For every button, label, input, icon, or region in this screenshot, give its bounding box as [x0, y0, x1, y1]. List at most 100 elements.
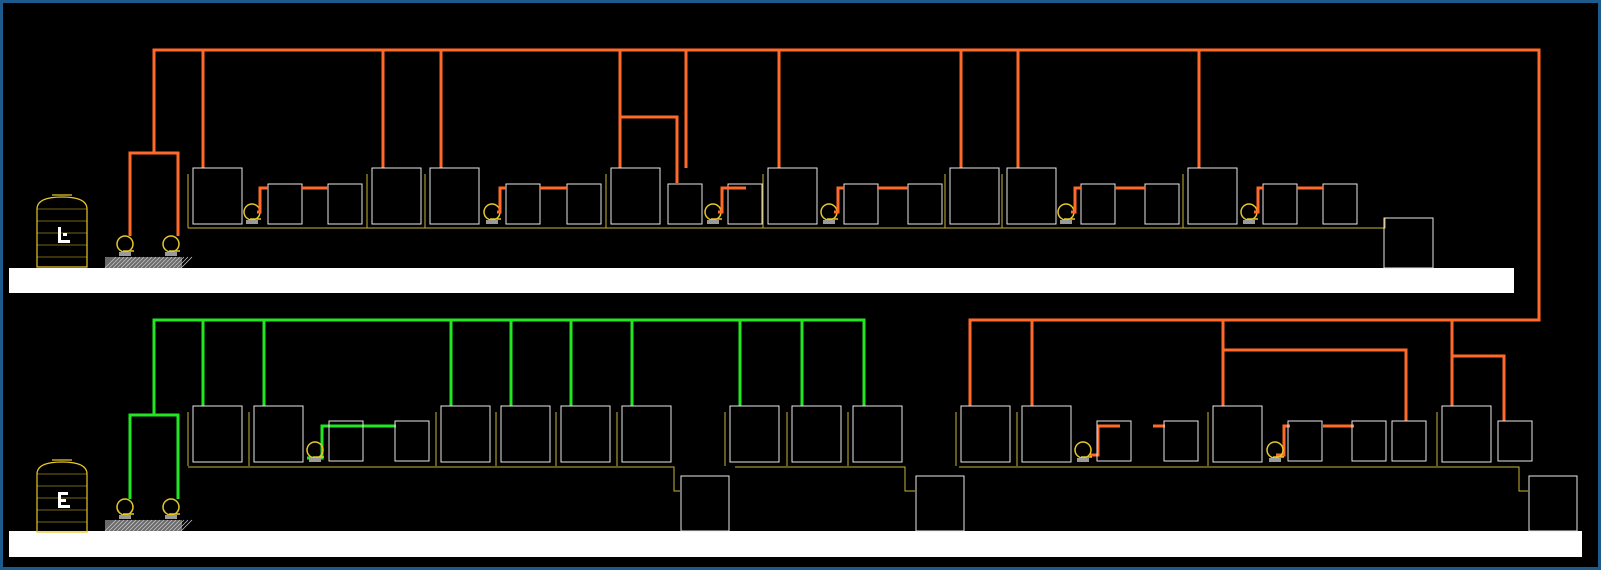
fixture-box-large [440, 405, 491, 463]
fixture-box-small [505, 183, 541, 225]
pump-base [1077, 458, 1089, 462]
fixture-box-tall [680, 475, 730, 532]
fixture-box-small [394, 420, 430, 462]
fixture-box-large [253, 405, 304, 463]
water-tank-icon [36, 194, 88, 268]
fixture-box-small [1163, 420, 1199, 462]
fixture-box-small [667, 183, 703, 225]
tank-body [36, 461, 88, 533]
fixture-box-large [371, 167, 422, 225]
fixture-box-small [327, 183, 363, 225]
fixture-box-large [1187, 167, 1238, 225]
fixture-box-small [1497, 420, 1533, 462]
fixture-box-large [1441, 405, 1492, 463]
pump-base [486, 220, 498, 224]
fixture-box-small [727, 183, 763, 225]
fixture-box-large [1212, 405, 1263, 463]
plumbing-diagram [9, 48, 1582, 557]
fixture-box-large [791, 405, 842, 463]
pump-base [1269, 458, 1281, 462]
fixture-box-small [1262, 183, 1298, 225]
cold-water-main [152, 318, 866, 415]
fixture-box-large [1006, 167, 1057, 225]
fixture-box-large [429, 167, 480, 225]
pump-icon [483, 203, 501, 224]
fixture-box-tall [1528, 475, 1578, 532]
drain-line [735, 466, 915, 492]
pump-icon [1074, 441, 1092, 462]
hot-water-stub [1090, 424, 1120, 457]
fixture-box-small [1144, 183, 1180, 225]
pump-base [165, 252, 177, 256]
fixture-box-large [852, 405, 903, 463]
fixture-box-small [1322, 183, 1358, 225]
pump-base [823, 220, 835, 224]
fixture-box-large [767, 167, 818, 225]
pump-icon [162, 235, 180, 256]
pump-icon [1240, 203, 1258, 224]
pump-pad [104, 519, 193, 532]
pump-base [119, 252, 131, 256]
pump-base [119, 515, 131, 519]
fixture-box-large [560, 405, 611, 463]
fixture-box-large [192, 405, 243, 463]
pump-icon [1057, 203, 1075, 224]
fixture-box-large [621, 405, 672, 463]
fixture-box-small [267, 183, 303, 225]
fixture-box-large [960, 405, 1011, 463]
floor-slab-lower [9, 531, 1582, 557]
pump-pad [104, 256, 193, 269]
pump-body [162, 498, 180, 516]
hot-water-branch [1223, 348, 1408, 421]
floor-slab-upper [9, 268, 1514, 293]
tank-label-mark [58, 492, 68, 495]
hot-water-branch [1452, 354, 1506, 421]
pump-base [165, 515, 177, 519]
tank-body [36, 196, 88, 268]
drain-line [188, 466, 680, 492]
pump-icon [1266, 441, 1284, 462]
fixture-box-large [949, 167, 1000, 225]
pump-body [162, 235, 180, 253]
fixture-box-large [192, 167, 243, 225]
fixture-box-small [1080, 183, 1116, 225]
fixture-box-tall [1383, 217, 1434, 269]
tank-label-mark [58, 505, 70, 508]
pump-base [707, 220, 719, 224]
pump-body [1074, 441, 1092, 459]
fixture-box-large [500, 405, 551, 463]
pump-riser [128, 413, 180, 499]
fixture-box-large [1021, 405, 1072, 463]
fixture-box-small [1391, 420, 1427, 462]
pump-base [246, 220, 258, 224]
fixture-box-large [610, 167, 661, 225]
cold-water-stub [307, 424, 396, 460]
fixture-box-small [1287, 420, 1323, 462]
tank-label-mark [63, 233, 67, 236]
hot-water-branch [620, 115, 679, 183]
pump-base [1060, 220, 1072, 224]
fixture-box-small [566, 183, 602, 225]
fixture-box-small [1351, 420, 1387, 462]
pump-base [309, 458, 321, 462]
water-tank-icon [36, 459, 88, 533]
fixture-box-tall [915, 475, 965, 532]
fixture-box-small [907, 183, 943, 225]
pump-body [116, 235, 134, 253]
pump-icon [704, 203, 722, 224]
drain-line [188, 218, 1386, 229]
fixture-box-small [843, 183, 879, 225]
pump-icon [162, 498, 180, 519]
pump-icon [116, 498, 134, 519]
tank-label-mark [58, 499, 66, 502]
pump-body [1266, 441, 1284, 459]
fixture-box-large [729, 405, 780, 463]
pump-icon [243, 203, 261, 224]
pump-icon [820, 203, 838, 224]
pump-base [1243, 220, 1255, 224]
pump-body [116, 498, 134, 516]
drain-line [959, 466, 1528, 492]
hot-water-stub [257, 186, 268, 214]
tank-label-mark [58, 240, 70, 243]
pump-riser [128, 151, 180, 236]
